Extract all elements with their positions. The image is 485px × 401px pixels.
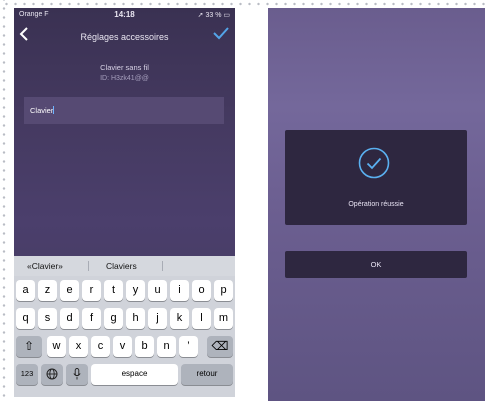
suggestion-divider bbox=[162, 261, 163, 271]
key-f[interactable]: f bbox=[82, 308, 101, 329]
dotted-border-left bbox=[0, 0, 8, 401]
suggestion-bar: «Clavier» Claviers bbox=[14, 256, 235, 276]
device-name: Clavier sans fil bbox=[100, 63, 149, 72]
nav-bar: Réglages accessoires bbox=[14, 24, 235, 48]
checkmark-icon[interactable] bbox=[213, 26, 229, 44]
key-h[interactable]: h bbox=[126, 308, 145, 329]
key-z[interactable]: z bbox=[38, 280, 57, 301]
key-p[interactable]: p bbox=[214, 280, 233, 301]
battery-indicator: ➚ 33 % ▭ bbox=[197, 12, 230, 19]
success-dialog: Opération réussie bbox=[285, 130, 467, 225]
key-u[interactable]: u bbox=[148, 280, 167, 301]
key-e[interactable]: e bbox=[60, 280, 79, 301]
accessory-name-value: Clavier bbox=[30, 106, 54, 115]
key-d[interactable]: d bbox=[60, 308, 79, 329]
key-a[interactable]: a bbox=[16, 280, 35, 301]
suggestion-quoted[interactable]: «Clavier» bbox=[27, 261, 63, 271]
key-v[interactable]: v bbox=[113, 336, 132, 357]
key-q[interactable]: q bbox=[16, 308, 35, 329]
suggestion-plural[interactable]: Claviers bbox=[106, 261, 137, 271]
microphone-icon[interactable] bbox=[66, 364, 88, 385]
return-key[interactable]: retour bbox=[181, 364, 233, 385]
key-g[interactable]: g bbox=[104, 308, 123, 329]
key-n[interactable]: n bbox=[157, 336, 176, 357]
page-title: Réglages accessoires bbox=[80, 32, 169, 42]
globe-icon[interactable] bbox=[41, 364, 63, 385]
key-o[interactable]: o bbox=[192, 280, 211, 301]
key-y[interactable]: y bbox=[126, 280, 145, 301]
key-b[interactable]: b bbox=[135, 336, 154, 357]
numbers-key[interactable]: 123 bbox=[16, 364, 38, 385]
shift-key[interactable]: ⇧ bbox=[16, 336, 42, 357]
ok-button[interactable]: OK bbox=[285, 251, 467, 278]
key-l[interactable]: l bbox=[192, 308, 211, 329]
key-w[interactable]: w bbox=[47, 336, 66, 357]
dotted-border-top bbox=[0, 0, 485, 8]
key-c[interactable]: c bbox=[91, 336, 110, 357]
operation-result-screen: Opération réussie OK bbox=[268, 8, 485, 401]
text-caret bbox=[53, 106, 55, 114]
status-bar: Orange F 14:18 ➚ 33 % ▭ bbox=[14, 8, 235, 21]
key-t[interactable]: t bbox=[104, 280, 123, 301]
key-s[interactable]: s bbox=[38, 308, 57, 329]
key-r[interactable]: r bbox=[82, 280, 101, 301]
accessory-name-field[interactable]: Clavier bbox=[24, 97, 224, 124]
key-i[interactable]: i bbox=[170, 280, 189, 301]
key-k[interactable]: k bbox=[170, 308, 189, 329]
accessory-settings-screen: Orange F 14:18 ➚ 33 % ▭ Réglages accesso… bbox=[14, 8, 235, 397]
key-apostrophe[interactable]: ’ bbox=[179, 336, 198, 357]
success-message: Opération réussie bbox=[348, 201, 404, 208]
key-x[interactable]: x bbox=[69, 336, 88, 357]
key-m[interactable]: m bbox=[214, 308, 233, 329]
space-key[interactable]: espace bbox=[91, 364, 178, 385]
success-check-icon bbox=[358, 147, 390, 179]
key-j[interactable]: j bbox=[148, 308, 167, 329]
keyboard: «Clavier» Claviers a z e r t y u i o p q… bbox=[14, 256, 235, 397]
suggestion-divider bbox=[88, 261, 89, 271]
delete-key[interactable]: ⌫ bbox=[207, 336, 233, 357]
device-id: ID: H3zk41@@ bbox=[100, 75, 149, 82]
battery-percent: 33 % bbox=[205, 12, 222, 19]
